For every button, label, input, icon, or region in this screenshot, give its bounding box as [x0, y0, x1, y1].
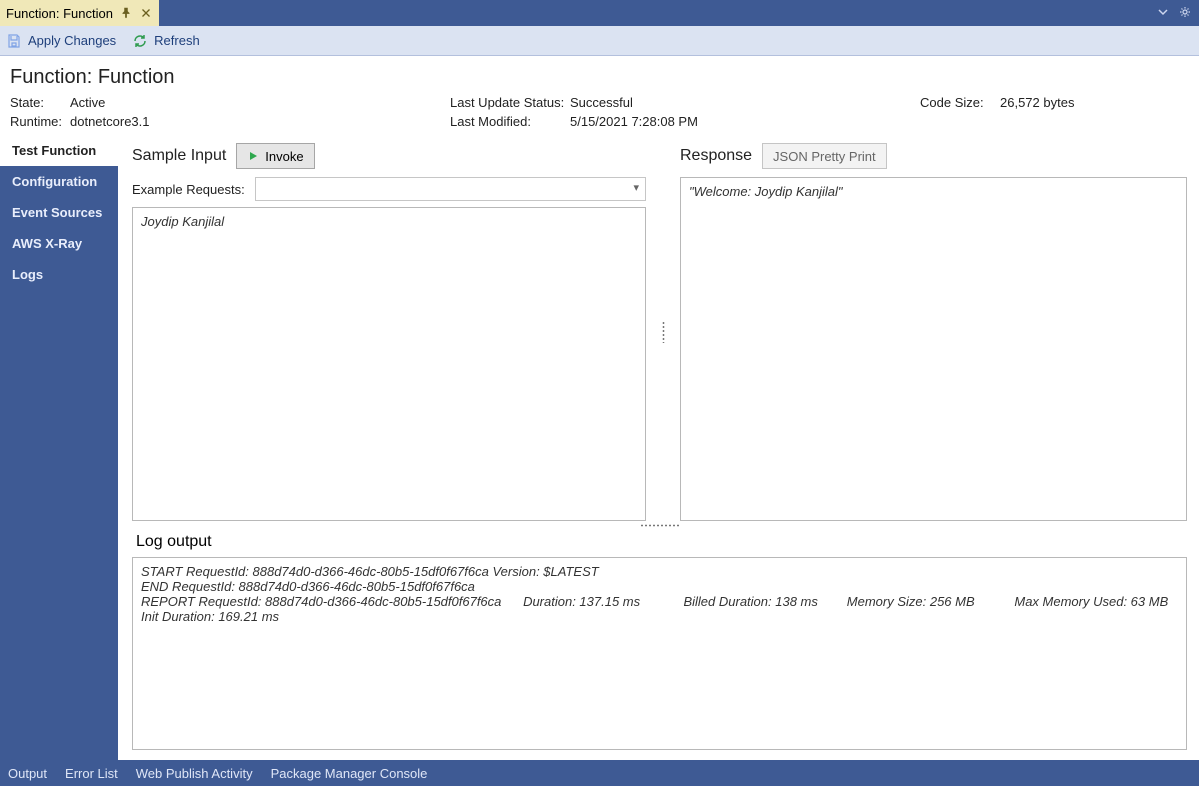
- document-tab[interactable]: Function: Function: [0, 0, 159, 26]
- json-pretty-print-label: JSON Pretty Print: [773, 149, 876, 164]
- state-value: Active: [70, 95, 450, 110]
- body: Test Function Configuration Event Source…: [0, 135, 1199, 760]
- code-size-value: 26,572 bytes: [1000, 95, 1120, 110]
- refresh-button[interactable]: Refresh: [132, 33, 200, 49]
- vertical-splitter[interactable]: [660, 143, 666, 521]
- apply-changes-label: Apply Changes: [28, 33, 116, 48]
- save-icon: [6, 33, 22, 49]
- close-icon[interactable]: [139, 6, 153, 20]
- log-output-textarea[interactable]: START RequestId: 888d74d0-d366-46dc-80b5…: [132, 557, 1187, 750]
- sample-input-textarea[interactable]: Joydip Kanjilal: [132, 207, 646, 521]
- top-split: Sample Input Invoke Example Requests: Jo…: [132, 143, 1187, 521]
- sidebar-item-label: AWS X-Ray: [12, 236, 82, 251]
- sidebar-item-event-sources[interactable]: Event Sources: [0, 197, 118, 228]
- footer-tab-error-list[interactable]: Error List: [65, 766, 118, 781]
- last-update-status-value: Successful: [570, 95, 920, 110]
- apply-changes-button[interactable]: Apply Changes: [6, 33, 116, 49]
- sidebar-item-label: Event Sources: [12, 205, 102, 220]
- example-requests-label: Example Requests:: [132, 182, 245, 197]
- state-label: State:: [10, 95, 70, 110]
- document-tabbar: Function: Function: [0, 0, 1199, 26]
- sidebar-item-aws-x-ray[interactable]: AWS X-Ray: [0, 228, 118, 259]
- sidebar-item-test-function[interactable]: Test Function: [0, 135, 118, 166]
- footer-tab-web-publish-activity[interactable]: Web Publish Activity: [136, 766, 253, 781]
- sample-input-panel: Sample Input Invoke Example Requests: Jo…: [132, 143, 646, 521]
- runtime-label: Runtime:: [10, 114, 70, 129]
- code-size-label: Code Size:: [920, 95, 1000, 110]
- main-content: Sample Input Invoke Example Requests: Jo…: [118, 135, 1199, 760]
- refresh-label: Refresh: [154, 33, 200, 48]
- horizontal-splitter[interactable]: [132, 521, 1187, 529]
- toolbar: Apply Changes Refresh: [0, 26, 1199, 56]
- log-output-title: Log output: [136, 533, 1187, 551]
- sidebar: Test Function Configuration Event Source…: [0, 135, 118, 760]
- sidebar-item-configuration[interactable]: Configuration: [0, 166, 118, 197]
- sidebar-item-logs[interactable]: Logs: [0, 259, 118, 290]
- refresh-icon: [132, 33, 148, 49]
- gear-icon[interactable]: [1179, 6, 1191, 21]
- response-panel: Response JSON Pretty Print "Welcome: Joy…: [680, 143, 1187, 521]
- footer-tab-package-manager-console[interactable]: Package Manager Console: [271, 766, 428, 781]
- page-title: Function: Function: [10, 66, 1187, 89]
- pin-icon[interactable]: [119, 6, 133, 20]
- footer-tab-output[interactable]: Output: [8, 766, 47, 781]
- tabbar-right: [1157, 0, 1199, 26]
- last-modified-label: Last Modified:: [450, 114, 570, 129]
- response-textarea[interactable]: "Welcome: Joydip Kanjilal": [680, 177, 1187, 521]
- header-info: Function: Function State: Active Last Up…: [0, 56, 1199, 135]
- json-pretty-print-button[interactable]: JSON Pretty Print: [762, 143, 887, 169]
- invoke-button[interactable]: Invoke: [236, 143, 314, 169]
- last-modified-value: 5/15/2021 7:28:08 PM: [570, 114, 920, 129]
- example-requests-dropdown[interactable]: [255, 177, 646, 201]
- sample-input-title: Sample Input: [132, 147, 226, 165]
- document-tab-title: Function: Function: [6, 6, 113, 21]
- chevron-down-icon[interactable]: [1157, 6, 1169, 21]
- response-title: Response: [680, 147, 752, 165]
- invoke-label: Invoke: [265, 149, 303, 164]
- runtime-value: dotnetcore3.1: [70, 114, 450, 129]
- sidebar-item-label: Logs: [12, 267, 43, 282]
- sidebar-item-label: Test Function: [12, 143, 96, 158]
- play-icon: [247, 150, 259, 162]
- last-update-status-label: Last Update Status:: [450, 95, 570, 110]
- log-output-section: Log output START RequestId: 888d74d0-d36…: [132, 529, 1187, 750]
- footer-bar: Output Error List Web Publish Activity P…: [0, 760, 1199, 786]
- sidebar-item-label: Configuration: [12, 174, 97, 189]
